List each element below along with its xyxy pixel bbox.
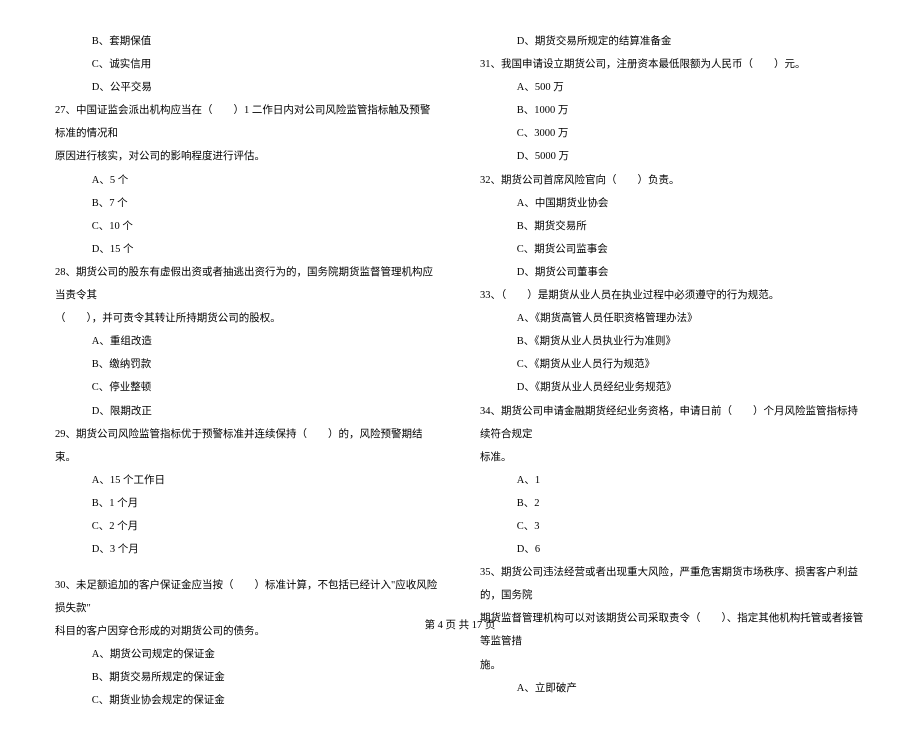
q35-text1: 35、期货公司违法经营或者出现重大风险，严重危害期货市场秩序、损害客户利益的，国… <box>480 561 865 607</box>
q26-opt-c: C、诚实信用 <box>55 53 440 76</box>
q34-opt-d: D、6 <box>480 538 865 561</box>
q29-opt-d: D、3 个月 <box>55 538 440 561</box>
q30-opt-a: A、期货公司规定的保证金 <box>55 643 440 666</box>
q26-opt-b: B、套期保值 <box>55 30 440 53</box>
q33-opt-d: D、《期货从业人员经纪业务规范》 <box>480 376 865 399</box>
q28-opt-d: D、限期改正 <box>55 400 440 423</box>
q28-opt-a: A、重组改造 <box>55 330 440 353</box>
q27-text1: 27、中国证监会派出机构应当在（ ）1 二作日内对公司风险监管指标触及预警标准的… <box>55 99 440 145</box>
q31-opt-b: B、1000 万 <box>480 99 865 122</box>
q33-opt-c: C、《期货从业人员行为规范》 <box>480 353 865 376</box>
q26-opt-d: D、公平交易 <box>55 76 440 99</box>
page-footer: 第 4 页 共 17 页 <box>0 617 920 632</box>
q34-opt-b: B、2 <box>480 492 865 515</box>
q32-opt-c: C、期货公司监事会 <box>480 238 865 261</box>
q28-text1: 28、期货公司的股东有虚假出资或者抽逃出资行为的，国务院期货监督管理机构应当责令… <box>55 261 440 307</box>
q32-opt-b: B、期货交易所 <box>480 215 865 238</box>
q34-text1: 34、期货公司申请金融期货经纪业务资格，申请日前（ ）个月风险监管指标持续符合规… <box>480 400 865 446</box>
q32-text: 32、期货公司首席风险官向（ ）负责。 <box>480 169 865 192</box>
q27-opt-b: B、7 个 <box>55 192 440 215</box>
q35-opt-a: A、立即破产 <box>480 677 865 700</box>
q28-opt-c: C、停业整顿 <box>55 376 440 399</box>
q27-opt-c: C、10 个 <box>55 215 440 238</box>
q27-opt-a: A、5 个 <box>55 169 440 192</box>
q31-opt-d: D、5000 万 <box>480 145 865 168</box>
q30-opt-b: B、期货交易所规定的保证金 <box>55 666 440 689</box>
q30-opt-c: C、期货业协会规定的保证金 <box>55 689 440 712</box>
right-column: D、期货交易所规定的结算准备金 31、我国申请设立期货公司，注册资本最低限额为人… <box>480 30 865 712</box>
q29-opt-a: A、15 个工作日 <box>55 469 440 492</box>
q34-text2: 标准。 <box>480 446 865 469</box>
q29-opt-b: B、1 个月 <box>55 492 440 515</box>
q30-opt-d: D、期货交易所规定的结算准备金 <box>480 30 865 53</box>
q28-text2: （ ），并可责令其转让所持期货公司的股权。 <box>55 307 440 330</box>
q28-opt-b: B、缴纳罚款 <box>55 353 440 376</box>
q33-text: 33、（ ）是期货从业人员在执业过程中必须遵守的行为规范。 <box>480 284 865 307</box>
q29-opt-c: C、2 个月 <box>55 515 440 538</box>
q34-opt-c: C、3 <box>480 515 865 538</box>
q31-opt-c: C、3000 万 <box>480 122 865 145</box>
q29-text: 29、期货公司风险监管指标优于预警标准并连续保持（ ）的，风险预警期结束。 <box>55 423 440 469</box>
q35-text3: 施。 <box>480 654 865 677</box>
q31-opt-a: A、500 万 <box>480 76 865 99</box>
q31-text: 31、我国申请设立期货公司，注册资本最低限额为人民币（ ）元。 <box>480 53 865 76</box>
q33-opt-b: B、《期货从业人员执业行为准则》 <box>480 330 865 353</box>
left-column: B、套期保值 C、诚实信用 D、公平交易 27、中国证监会派出机构应当在（ ）1… <box>55 30 440 712</box>
q32-opt-a: A、中国期货业协会 <box>480 192 865 215</box>
q33-opt-a: A、《期货高管人员任职资格管理办法》 <box>480 307 865 330</box>
q34-opt-a: A、1 <box>480 469 865 492</box>
q32-opt-d: D、期货公司董事会 <box>480 261 865 284</box>
q27-text2: 原因进行核实，对公司的影响程度进行评估。 <box>55 145 440 168</box>
q27-opt-d: D、15 个 <box>55 238 440 261</box>
q30-text1: 30、未足额追加的客户保证金应当按（ ）标准计算，不包括已经计入"应收风险损失款… <box>55 574 440 620</box>
